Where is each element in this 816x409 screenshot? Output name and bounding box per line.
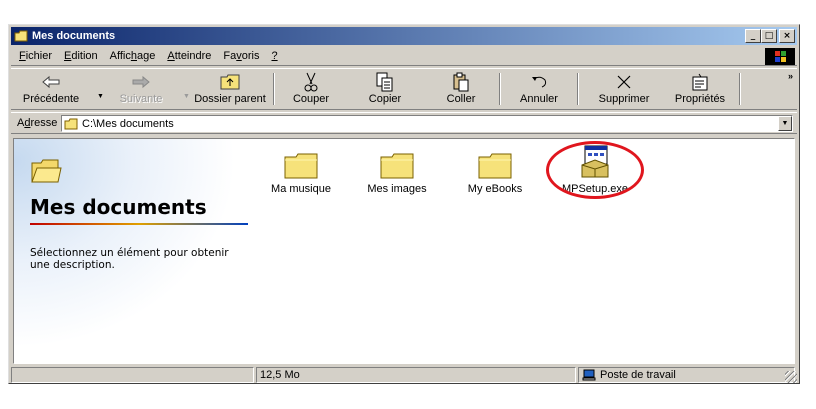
toolbar-separator (499, 73, 501, 105)
delete-button[interactable]: Supprimer (589, 72, 659, 108)
paste-label: Coller (446, 93, 476, 105)
title-divider (30, 223, 248, 225)
undo-label: Annuler (520, 93, 558, 105)
toolbar-overflow-icon[interactable]: » (788, 71, 793, 81)
web-view-pane: Mes documents Sélectionnez un élément po… (14, 139, 254, 363)
address-bar: Adresse C:\Mes documents ▼ (11, 112, 797, 134)
status-bar: 12,5 Mo Poste de travail (11, 367, 797, 383)
folder-item[interactable]: Ma musique (256, 145, 346, 195)
toolbar-separator (739, 73, 741, 105)
file-name: Mes images (367, 183, 427, 195)
address-input[interactable]: C:\Mes documents ▼ (61, 115, 793, 132)
menu-favorites[interactable]: Favoris (217, 50, 265, 62)
menu-help[interactable]: ? (265, 50, 283, 62)
up-label: Dossier parent (194, 93, 266, 105)
toolbar-separator (273, 73, 275, 105)
folder-icon (478, 153, 512, 179)
paste-button[interactable]: Coller (433, 72, 489, 108)
resize-grip[interactable] (785, 371, 797, 383)
properties-label: Propriétés (674, 93, 726, 105)
file-name: My eBooks (467, 183, 523, 195)
back-arrow-icon (42, 75, 60, 89)
back-dropdown-icon[interactable]: ▼ (97, 93, 104, 100)
address-dropdown-button[interactable]: ▼ (778, 116, 792, 131)
menu-go[interactable]: Atteindre (161, 50, 217, 62)
address-value: C:\Mes documents (82, 117, 174, 130)
windows-logo-icon (765, 48, 795, 65)
toolbar: Précédente ▼ Suivante ▼ Dossier parent C… (11, 68, 797, 110)
folder-description: Sélectionnez un élément pour obtenir une… (30, 247, 229, 271)
scissors-icon (304, 72, 318, 92)
properties-button[interactable]: Propriétés (665, 72, 735, 108)
menu-view[interactable]: Affichage (104, 50, 162, 62)
copy-label: Copier (368, 93, 402, 105)
open-folder-icon (30, 157, 62, 188)
undo-button[interactable]: Annuler (509, 72, 569, 108)
status-size: 12,5 Mo (256, 367, 576, 383)
highlight-circle (546, 141, 644, 199)
folder-title: Mes documents (30, 195, 207, 219)
file-name: Ma musique (271, 183, 331, 195)
menu-edit[interactable]: Edition (58, 50, 104, 62)
delete-x-icon (617, 75, 631, 89)
folder-item[interactable]: My eBooks (450, 145, 540, 195)
back-label: Précédente (22, 93, 80, 105)
address-label: Adresse (17, 117, 58, 129)
folder-up-icon (220, 74, 240, 90)
menu-file[interactable]: Fichier (13, 50, 58, 62)
folder-view: Mes documents Sélectionnez un élément po… (13, 138, 795, 364)
up-button[interactable]: Dossier parent (193, 72, 267, 108)
forward-dropdown-icon[interactable]: ▼ (183, 93, 190, 100)
cut-label: Couper (292, 93, 330, 105)
cut-button[interactable]: Couper (283, 72, 339, 108)
close-button[interactable]: × (779, 29, 795, 43)
forward-button[interactable]: Suivante (111, 72, 171, 108)
explorer-window: Mes documents _ □ × Fichier Edition Affi… (8, 24, 800, 384)
folder-icon (64, 118, 78, 129)
copy-icon (376, 72, 393, 92)
forward-label: Suivante (119, 93, 163, 105)
menu-bar: Fichier Edition Affichage Atteindre Favo… (11, 47, 797, 66)
back-button[interactable]: Précédente (17, 72, 85, 108)
folder-icon (380, 153, 414, 179)
computer-icon (582, 369, 596, 381)
title-bar[interactable]: Mes documents _ □ × (11, 27, 797, 45)
window-title: Mes documents (32, 30, 116, 42)
copy-button[interactable]: Copier (357, 72, 413, 108)
delete-label: Supprimer (598, 93, 650, 105)
forward-arrow-icon (132, 75, 150, 89)
undo-icon (532, 76, 547, 88)
paste-icon (453, 72, 469, 92)
properties-icon (692, 73, 708, 91)
status-zone: Poste de travail (578, 367, 795, 383)
folder-icon (14, 30, 28, 42)
maximize-button[interactable]: □ (761, 29, 777, 43)
folder-item[interactable]: Mes images (352, 145, 442, 195)
minimize-button[interactable]: _ (745, 29, 761, 43)
toolbar-separator (577, 73, 579, 105)
status-description (11, 367, 254, 383)
folder-icon (284, 153, 318, 179)
